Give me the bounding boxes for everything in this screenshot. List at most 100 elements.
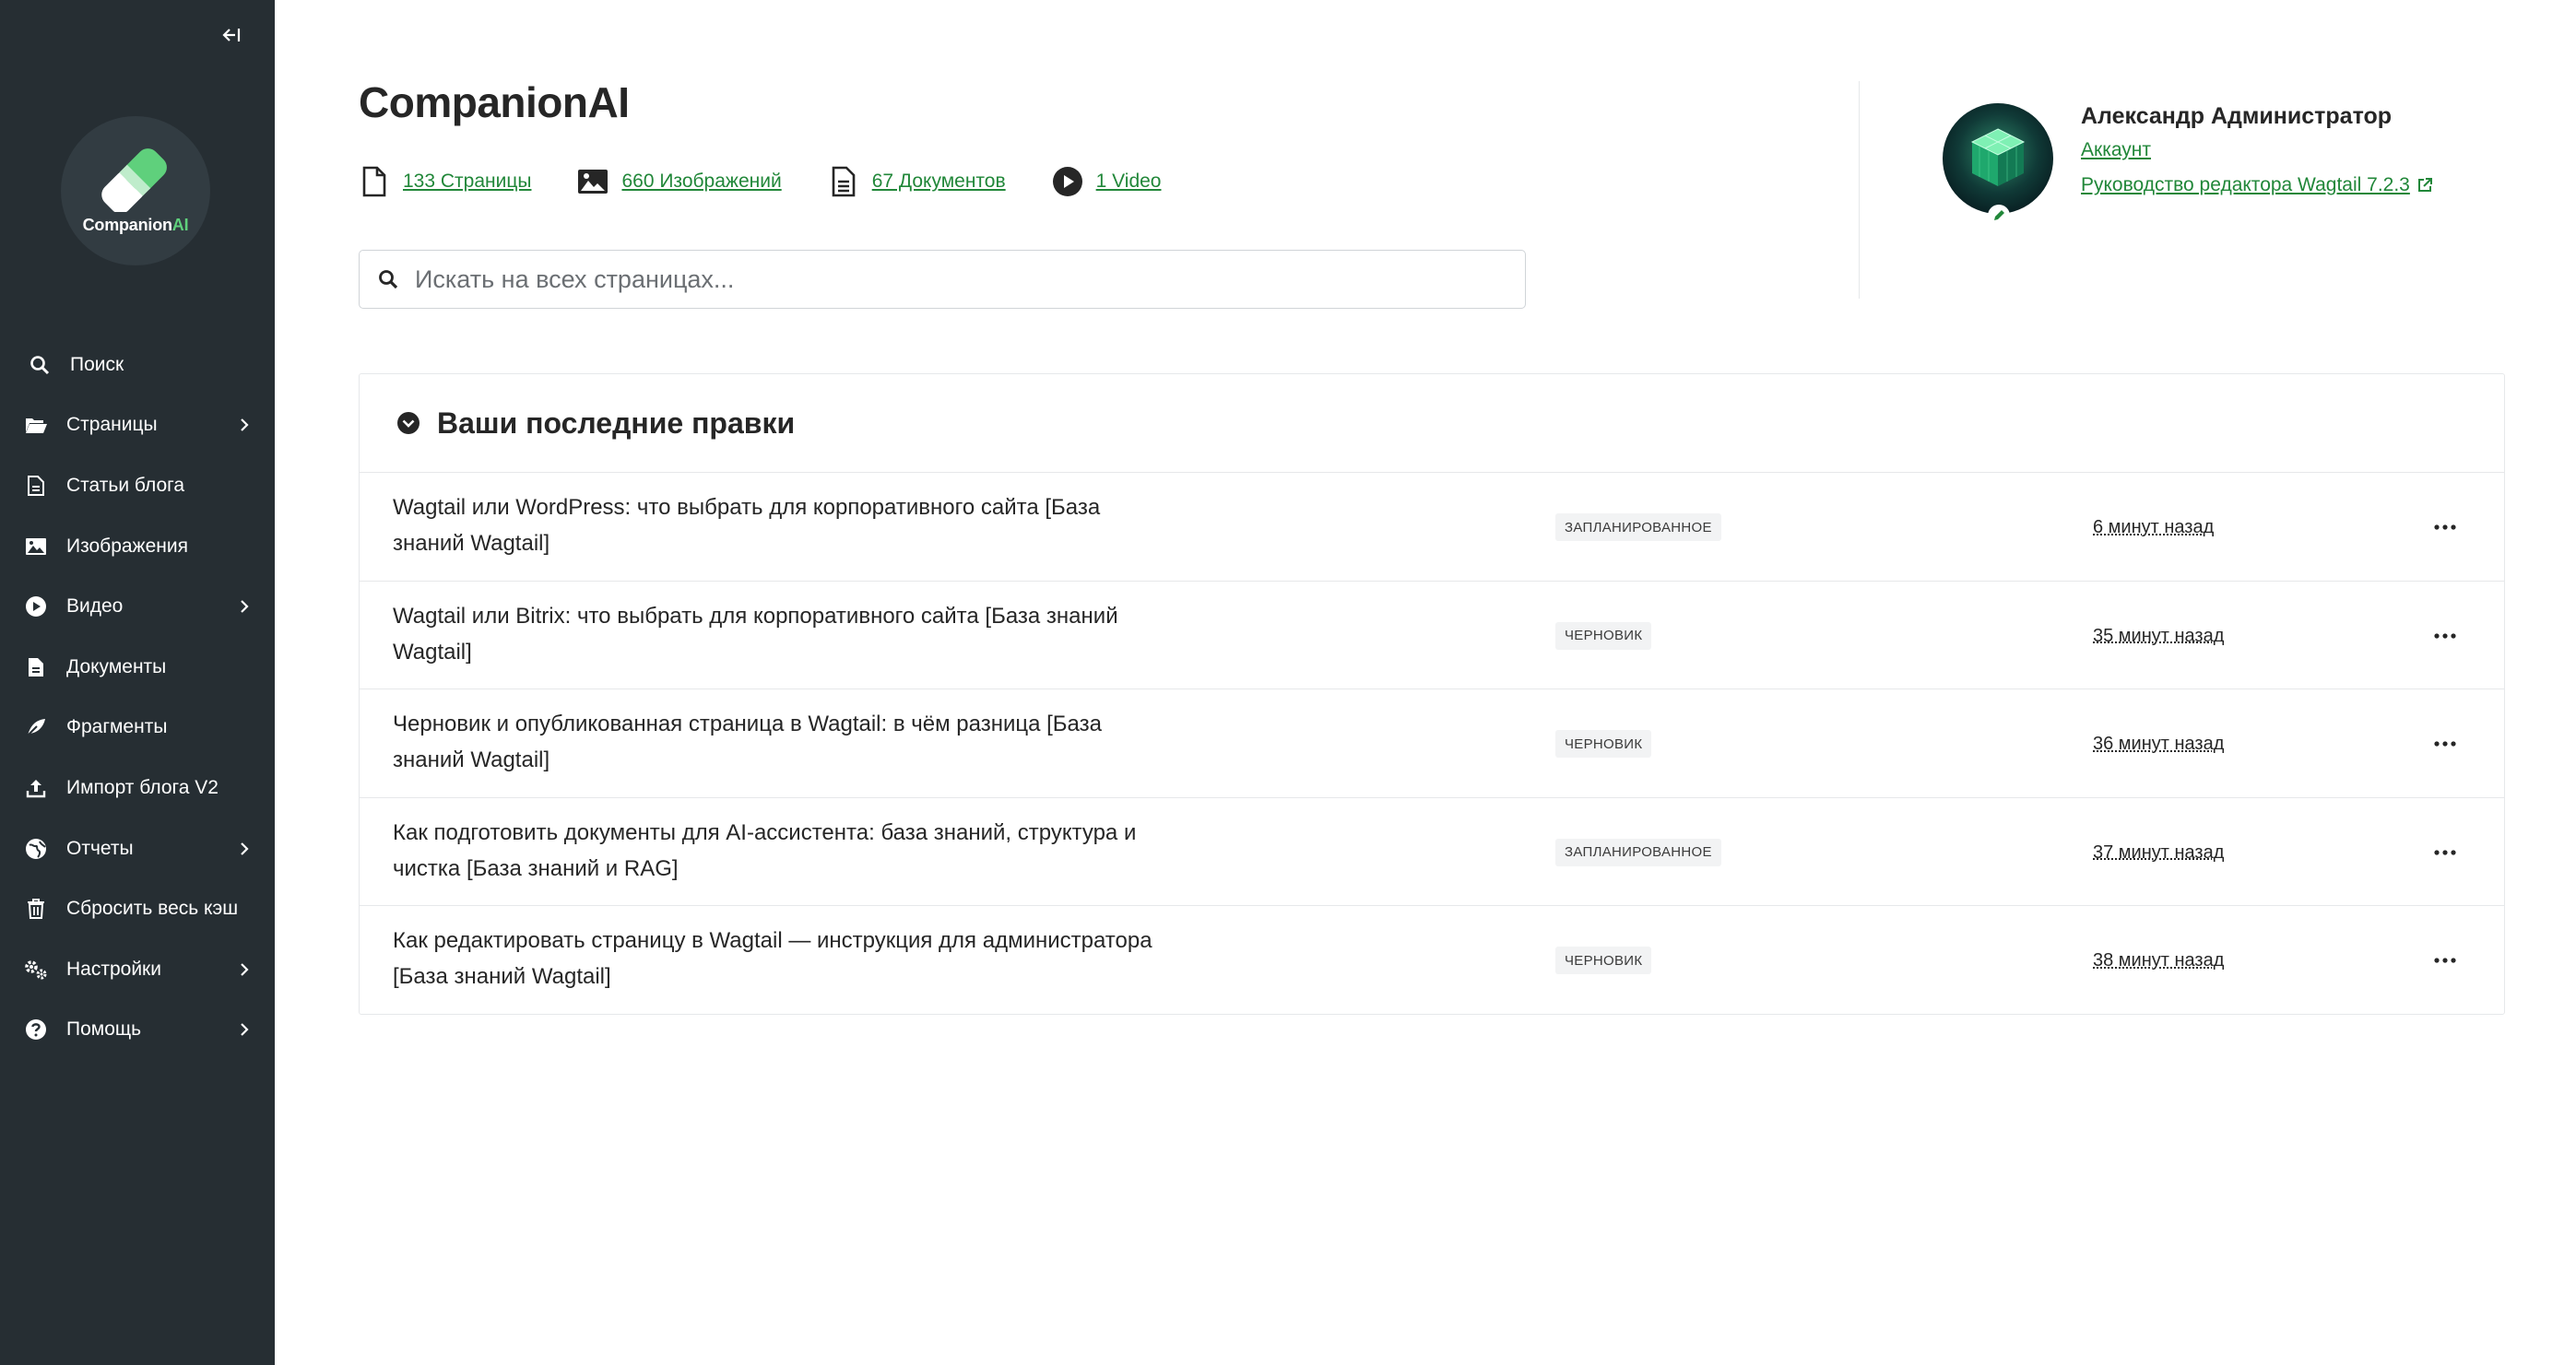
- collapse-toggle-icon[interactable]: [396, 411, 420, 435]
- sidebar-item-blog-import[interactable]: Импорт блога V2: [0, 758, 275, 818]
- logo-brand-suffix: AI: [171, 215, 189, 234]
- search-icon: [28, 353, 52, 377]
- summary-videos-link[interactable]: 1 Video: [1096, 171, 1162, 193]
- editor-guide-link[interactable]: Руководство редактора Wagtail 7.2.3: [2081, 174, 2434, 196]
- chevron-right-icon: [241, 600, 249, 613]
- sidebar-item-label: Помощь: [66, 1018, 142, 1041]
- more-actions-button[interactable]: [2429, 839, 2461, 866]
- table-row: Черновик и опубликованная страница в Wag…: [360, 689, 2504, 798]
- sidebar-item-label: Статьи блога: [66, 474, 185, 496]
- sidebar-item-blog-articles[interactable]: Статьи блога: [0, 455, 275, 516]
- header-divider: [1859, 81, 1860, 299]
- sidebar-item-help[interactable]: Помощь: [0, 1000, 275, 1061]
- sidebar-item-settings[interactable]: Настройки: [0, 939, 275, 1000]
- summary-documents-link[interactable]: 67 Документов: [872, 171, 1006, 193]
- status-badge: ЧЕРНОВИК: [1555, 947, 1652, 975]
- page-title-link[interactable]: Wagtail или WordPress: что выбрать для к…: [393, 489, 1167, 561]
- sidebar-item-reports[interactable]: Отчеты: [0, 818, 275, 879]
- site-logo[interactable]: CompanionAI: [61, 116, 210, 265]
- recent-edits-header[interactable]: Ваши последние правки: [360, 374, 2504, 473]
- recent-edits-panel: Ваши последние правки Wagtail или WordPr…: [359, 373, 2505, 1015]
- more-actions-button[interactable]: [2429, 730, 2461, 758]
- table-row: Wagtail или Bitrix: что выбрать для корп…: [360, 582, 2504, 690]
- edited-time: 35 минут назад: [2093, 625, 2225, 646]
- page-title-link[interactable]: Wagtail или Bitrix: что выбрать для корп…: [393, 598, 1167, 670]
- sidebar-item-label: Фрагменты: [66, 716, 168, 738]
- account-link[interactable]: Аккаунт: [2081, 139, 2151, 161]
- collapse-arrow-icon: [222, 29, 241, 41]
- dots-horizontal-icon: [2434, 632, 2456, 639]
- edit-avatar-icon[interactable]: [1988, 205, 2010, 227]
- summary-images: 660 Изображений: [577, 166, 782, 197]
- sidebar-item-label: Документы: [66, 655, 167, 677]
- sidebar-item-label: Поиск: [70, 353, 124, 375]
- dots-horizontal-icon: [2434, 524, 2456, 530]
- sidebar-item-pages[interactable]: Страницы: [0, 395, 275, 456]
- play-icon: [24, 594, 48, 618]
- more-actions-button[interactable]: [2429, 622, 2461, 650]
- sidebar-collapse-button[interactable]: [214, 18, 247, 52]
- logo-text: CompanionAI: [83, 216, 189, 235]
- trash-icon: [24, 897, 48, 921]
- sidebar-item-snippets[interactable]: Фрагменты: [0, 698, 275, 759]
- sidebar-item-label: Страницы: [66, 414, 158, 436]
- sidebar-item-label: Изображения: [66, 535, 188, 557]
- edited-time: 37 минут назад: [2093, 841, 2225, 863]
- page-title-link[interactable]: Как редактировать страницу в Wagtail — и…: [393, 923, 1167, 994]
- sidebar-item-search[interactable]: Поиск: [0, 335, 275, 395]
- sidebar-item-label: Отчеты: [66, 837, 134, 859]
- dots-horizontal-icon: [2434, 850, 2456, 855]
- table-row: Как редактировать страницу в Wagtail — и…: [360, 906, 2504, 1015]
- sidebar-item-label: Сбросить весь кэш: [66, 898, 239, 920]
- dots-horizontal-icon: [2434, 958, 2456, 963]
- sidebar-item-label: Импорт блога V2: [66, 776, 219, 798]
- chevron-right-icon: [241, 962, 249, 976]
- logo-mark-icon: [101, 147, 167, 212]
- more-actions-button[interactable]: [2429, 947, 2461, 974]
- dots-horizontal-icon: [2434, 741, 2456, 747]
- doc-icon: [828, 166, 859, 197]
- summary-pages-link[interactable]: 133 Страницы: [403, 171, 531, 193]
- edited-time: 36 минут назад: [2093, 734, 2225, 755]
- edited-time: 38 минут назад: [2093, 950, 2225, 971]
- table-row: Wagtail или WordPress: что выбрать для к…: [360, 473, 2504, 582]
- sidebar-item-video[interactable]: Видео: [0, 576, 275, 637]
- site-summary: 133 Страницы 660 Изображений 67 Документ…: [359, 166, 1208, 197]
- logo-brand: Companion: [82, 215, 172, 234]
- page-title-link[interactable]: Черновик и опубликованная страница в Wag…: [393, 706, 1167, 778]
- summary-videos: 1 Video: [1052, 166, 1162, 197]
- help-icon: [24, 1018, 48, 1041]
- table-row: Как подготовить документы для AI-ассисте…: [360, 798, 2504, 907]
- site-title: CompanionAI: [359, 78, 630, 126]
- editor-guide-label: Руководство редактора Wagtail 7.2.3: [2081, 174, 2410, 195]
- avatar[interactable]: [1943, 103, 2053, 214]
- search-icon: [379, 270, 398, 289]
- image-icon: [24, 535, 48, 559]
- sidebar: CompanionAI Поиск Страницы Статьи блога …: [0, 0, 275, 1365]
- sidebar-item-clear-cache[interactable]: Сбросить весь кэш: [0, 878, 275, 939]
- summary-images-link[interactable]: 660 Изображений: [621, 171, 781, 193]
- more-actions-button[interactable]: [2429, 513, 2461, 541]
- chevron-right-icon: [241, 418, 249, 432]
- search-box: [359, 250, 1526, 309]
- search-input[interactable]: [415, 265, 1475, 294]
- sidebar-item-documents[interactable]: Документы: [0, 637, 275, 698]
- cogs-icon: [24, 958, 48, 982]
- folder-open-icon: [24, 413, 48, 437]
- summary-documents: 67 Документов: [828, 166, 1006, 197]
- page-title-link[interactable]: Как подготовить документы для AI-ассисте…: [393, 815, 1167, 887]
- sidebar-item-label: Видео: [66, 595, 124, 618]
- page-icon: [359, 166, 390, 197]
- edited-time: 6 минут назад: [2093, 517, 2215, 537]
- chevron-right-icon: [241, 841, 249, 855]
- doc-full-icon: [24, 655, 48, 679]
- globe-icon: [24, 837, 48, 861]
- sidebar-nav: Поиск Страницы Статьи блога Изображения …: [0, 335, 275, 1060]
- chevron-right-icon: [241, 1023, 249, 1037]
- sidebar-item-label: Настройки: [66, 958, 161, 980]
- status-badge: ЗАПЛАНИРОВАННОЕ: [1555, 513, 1721, 541]
- summary-pages: 133 Страницы: [359, 166, 531, 197]
- sidebar-item-images[interactable]: Изображения: [0, 516, 275, 577]
- status-badge: ЗАПЛАНИРОВАННОЕ: [1555, 838, 1721, 866]
- recent-edits-heading: Ваши последние правки: [437, 406, 796, 440]
